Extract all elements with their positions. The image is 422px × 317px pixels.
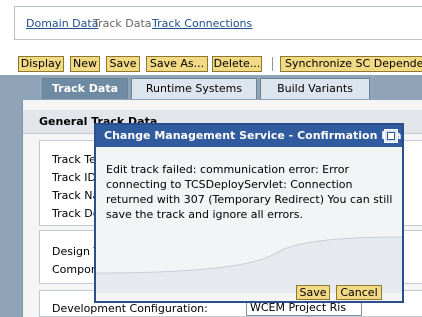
breadcrumb: Domain Data Track Data Track Connections (14, 6, 422, 40)
breadcrumb-track-connections[interactable]: Track Connections (152, 17, 252, 30)
track-id-label: Track ID (52, 171, 96, 184)
dialog-save-button[interactable]: Save (296, 285, 330, 300)
dialog-cancel-button[interactable]: Cancel (336, 285, 382, 300)
dialog-maximize-icon[interactable] (384, 129, 398, 143)
confirmation-dialog: Change Management Service - Confirmation… (94, 123, 404, 303)
track-technical-name-label: Track Te (52, 153, 96, 166)
synchronize-sc-dependencies-button[interactable]: Synchronize SC Dependencies (280, 56, 422, 72)
tab-runtime-systems[interactable]: Runtime Systems (131, 78, 257, 99)
track-description-label: Track De (52, 207, 100, 220)
display-button[interactable]: Display (18, 56, 64, 72)
app-window: Domain Data Track Data Track Connections… (0, 0, 422, 317)
tab-track-data[interactable]: Track Data (42, 78, 128, 99)
save-as-button[interactable]: Save As... (146, 56, 208, 72)
toolbar-separator (272, 57, 273, 71)
dialog-title: Change Management Service - Confirmation… (96, 125, 402, 147)
delete-button[interactable]: Delete... (212, 56, 262, 72)
breadcrumb-track-data: Track Data (93, 17, 152, 30)
track-name-label: Track Na (52, 189, 100, 202)
dialog-decorative-curve (96, 236, 402, 293)
save-button[interactable]: Save (106, 56, 140, 72)
breadcrumb-domain-data[interactable]: Domain Data (26, 17, 98, 30)
new-button[interactable]: New (70, 56, 100, 72)
dialog-message: Edit track failed: communication error: … (106, 163, 393, 221)
tab-build-variants[interactable]: Build Variants (260, 78, 370, 99)
design-time-label: Design T (52, 245, 101, 258)
development-configuration-label: Development Configuration: (52, 302, 208, 315)
